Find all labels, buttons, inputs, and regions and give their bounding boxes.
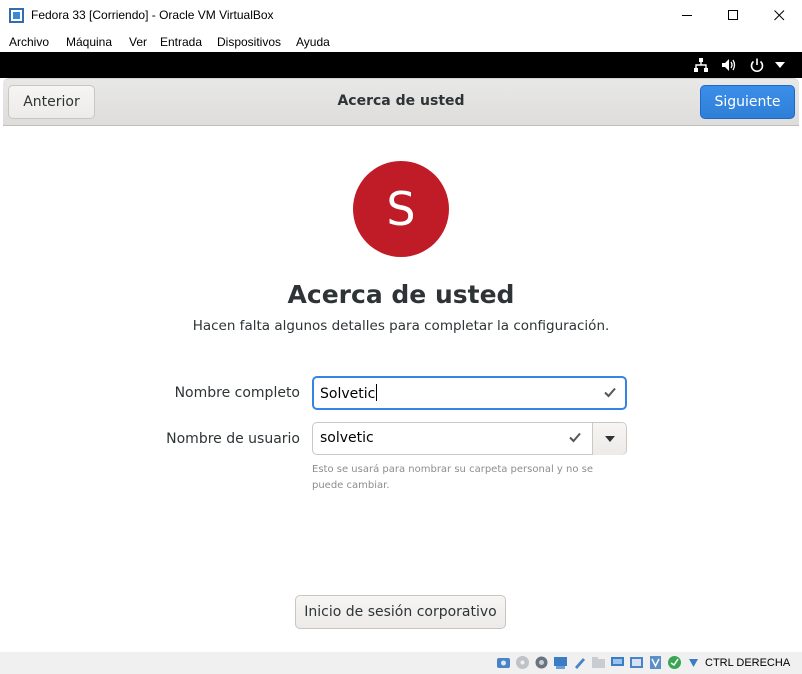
maximize-icon <box>727 10 738 20</box>
usb-icon[interactable] <box>572 655 587 670</box>
chevron-down-icon <box>604 436 615 442</box>
volume-icon[interactable] <box>721 57 737 73</box>
menu-dispositivos[interactable]: Dispositivos <box>217 35 281 49</box>
network-icon[interactable] <box>693 57 709 73</box>
audio-icon[interactable] <box>534 655 549 670</box>
window-titlebar: Fedora 33 [Corriendo] - Oracle VM Virtua… <box>0 0 802 31</box>
menu-ver[interactable]: Ver <box>129 35 147 49</box>
headerbar: Anterior Acerca de usted Siguiente <box>3 78 799 126</box>
close-button[interactable] <box>756 0 802 31</box>
full-name-label: Nombre completo <box>174 385 300 401</box>
minimize-icon <box>681 15 692 16</box>
username-dropdown-button[interactable] <box>592 423 626 455</box>
username-hint: Esto se usará para nombrar su carpeta pe… <box>312 464 593 491</box>
chevron-down-icon[interactable] <box>775 62 785 68</box>
text-cursor <box>376 384 378 401</box>
virtualbox-icon <box>9 8 24 23</box>
username-combobox[interactable]: solvetic <box>312 422 627 455</box>
host-menubar: Archivo Máquina Ver Entrada Dispositivos… <box>0 31 802 52</box>
checkmark-icon <box>604 387 616 398</box>
virtualization-icon[interactable] <box>648 655 663 670</box>
network-adapter-icon[interactable] <box>553 655 568 670</box>
window-title: Fedora 33 [Corriendo] - Oracle VM Virtua… <box>31 8 274 22</box>
checkmark-icon <box>569 432 581 443</box>
minimize-button[interactable] <box>664 0 710 31</box>
username-value: solvetic <box>320 430 374 446</box>
menu-archivo[interactable]: Archivo <box>9 35 49 49</box>
maximize-button[interactable] <box>710 0 756 31</box>
page-title: Acerca de usted <box>287 280 515 309</box>
main-content: S Acerca de usted Hacen falta algunos de… <box>3 126 799 652</box>
host-key-label: CTRL DERECHA <box>705 657 791 669</box>
menu-ayuda[interactable]: Ayuda <box>296 35 330 49</box>
guest-additions-icon[interactable] <box>667 655 682 670</box>
enterprise-login-button[interactable]: Inicio de sesión corporativo <box>295 595 506 629</box>
menu-maquina[interactable]: Máquina <box>66 35 112 49</box>
hard-disk-icon[interactable] <box>496 655 511 670</box>
header-title: Acerca de usted <box>337 93 465 109</box>
close-icon <box>773 10 784 21</box>
next-button[interactable]: Siguiente <box>700 85 795 119</box>
video-capture-icon[interactable] <box>629 655 644 670</box>
shared-folders-icon[interactable] <box>591 655 606 670</box>
username-label: Nombre de usuario <box>166 431 300 447</box>
previous-button[interactable]: Anterior <box>8 85 95 119</box>
optical-drive-icon[interactable] <box>515 655 530 670</box>
full-name-field[interactable]: Solvetic <box>312 376 627 410</box>
display-icon[interactable] <box>610 655 625 670</box>
mouse-integration-icon[interactable] <box>686 655 701 670</box>
avatar[interactable]: S <box>353 161 449 257</box>
power-icon[interactable] <box>749 57 765 73</box>
menu-entrada[interactable]: Entrada <box>160 35 202 49</box>
gnome-top-bar <box>0 52 802 78</box>
full-name-value: Solvetic <box>320 384 378 402</box>
host-statusbar: CTRL DERECHA <box>0 652 802 674</box>
page-subtitle: Hacen falta algunos detalles para comple… <box>192 318 610 334</box>
